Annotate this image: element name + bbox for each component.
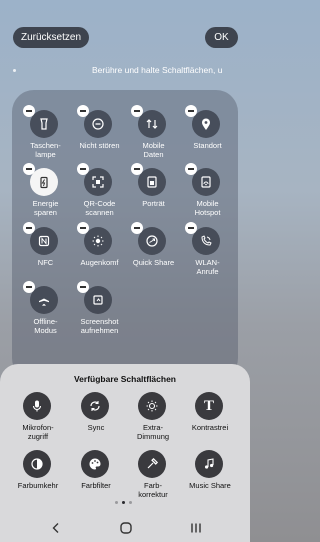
reset-button[interactable]: Zurücksetzen (13, 27, 89, 48)
available-color-correction[interactable]: Farb- korrektur (123, 450, 183, 506)
available-extra-dim[interactable]: Extra- Dimmung (123, 392, 183, 448)
available-text-contrast[interactable]: T Kontrastrei (180, 392, 240, 448)
tile-screenshot[interactable]: Screenshot aufnehmen (72, 281, 127, 348)
remove-icon[interactable] (131, 105, 143, 117)
remove-icon[interactable] (185, 222, 197, 234)
qr-scan-icon (84, 168, 112, 196)
hotspot-icon (192, 168, 220, 196)
available-buttons-sheet: Verfügbare Schaltflächen Mikrofon- zugri… (0, 364, 250, 514)
available-label: Mikrofon- zugriff (22, 423, 54, 441)
location-icon (192, 110, 220, 138)
navigation-bar (0, 514, 250, 542)
recents-icon[interactable] (186, 520, 206, 536)
page-dot (115, 501, 118, 504)
palette-icon (81, 450, 109, 478)
available-color-inversion[interactable]: Farbumkehr (8, 450, 68, 506)
remove-icon[interactable] (77, 281, 89, 293)
tile-battery-saver[interactable]: Energie sparen (18, 163, 73, 230)
remove-icon[interactable] (23, 222, 35, 234)
airplane-icon (30, 286, 58, 314)
tile-nfc[interactable]: NFC (18, 222, 73, 289)
mobile-data-icon (138, 110, 166, 138)
tile-qr-scan[interactable]: QR-Code scannen (72, 163, 127, 230)
tile-hotspot[interactable]: Mobile Hotspot (180, 163, 235, 230)
remove-icon[interactable] (131, 222, 143, 234)
remove-icon[interactable] (23, 105, 35, 117)
hint-text: Berühre und halte Schaltflächen, u (92, 65, 223, 75)
sheet-title: Verfügbare Schaltflächen (73, 374, 177, 384)
available-label: Kontrastrei (191, 423, 229, 432)
music-share-icon (195, 450, 223, 478)
microphone-icon (23, 392, 51, 420)
flashlight-icon (30, 110, 58, 138)
tile-label: WLAN- Anrufe (195, 258, 220, 276)
available-label: Sync (87, 423, 105, 432)
top-bar: Zurücksetzen OK (0, 0, 250, 60)
extra-dim-icon (138, 392, 166, 420)
tile-label: Screenshot aufnehmen (80, 317, 119, 335)
color-inversion-icon (23, 450, 51, 478)
tile-eye-comfort[interactable]: Augenkomf (72, 222, 127, 289)
available-label: Music Share (189, 481, 231, 490)
screenshot-icon (84, 286, 112, 314)
available-sync[interactable]: Sync (66, 392, 126, 448)
quick-share-icon (138, 227, 166, 255)
remove-icon[interactable] (185, 105, 197, 117)
page-indicator (115, 501, 137, 505)
remove-icon[interactable] (23, 281, 35, 293)
text-contrast-icon: T (195, 392, 223, 420)
remove-icon[interactable] (77, 105, 89, 117)
battery-saver-icon (30, 168, 58, 196)
tile-wifi-calling[interactable]: WLAN- Anrufe (180, 222, 235, 289)
wifi-calling-icon (192, 227, 220, 255)
back-icon[interactable] (46, 520, 66, 536)
available-microphone-access[interactable]: Mikrofon- zugriff (8, 392, 68, 448)
do-not-disturb-icon (84, 110, 112, 138)
ok-button[interactable]: OK (205, 27, 238, 48)
available-music-share[interactable]: Music Share (180, 450, 240, 506)
tile-airplane-mode[interactable]: Offline- Modus (18, 281, 73, 348)
hint-row: Berühre und halte Schaltflächen, u (0, 64, 250, 78)
available-label: Farb- korrektur (138, 481, 168, 499)
remove-icon[interactable] (185, 163, 197, 175)
page-dot (129, 501, 132, 504)
sync-icon (81, 392, 109, 420)
nfc-icon (30, 227, 58, 255)
tile-quick-share[interactable]: Quick Share (126, 222, 181, 289)
tile-portrait[interactable]: Porträt (126, 163, 181, 230)
remove-icon[interactable] (77, 163, 89, 175)
available-color-filter[interactable]: Farbfilter (66, 450, 126, 506)
portrait-icon (138, 168, 166, 196)
tile-label: Standort (193, 141, 222, 150)
remove-icon[interactable] (23, 163, 35, 175)
color-correction-icon (138, 450, 166, 478)
available-label: Farbfilter (81, 481, 111, 490)
remove-icon[interactable] (131, 163, 143, 175)
tile-label: Mobile Hotspot (194, 199, 221, 217)
available-label: Farbumkehr (17, 481, 59, 490)
active-buttons-panel: Taschen- lampe Nicht stören Mobile Daten… (12, 90, 238, 380)
home-icon[interactable] (116, 520, 136, 536)
page-dot-active (122, 501, 125, 504)
hint-dot (13, 69, 16, 72)
eye-comfort-icon (84, 227, 112, 255)
remove-icon[interactable] (77, 222, 89, 234)
available-label: Extra- Dimmung (136, 423, 170, 441)
